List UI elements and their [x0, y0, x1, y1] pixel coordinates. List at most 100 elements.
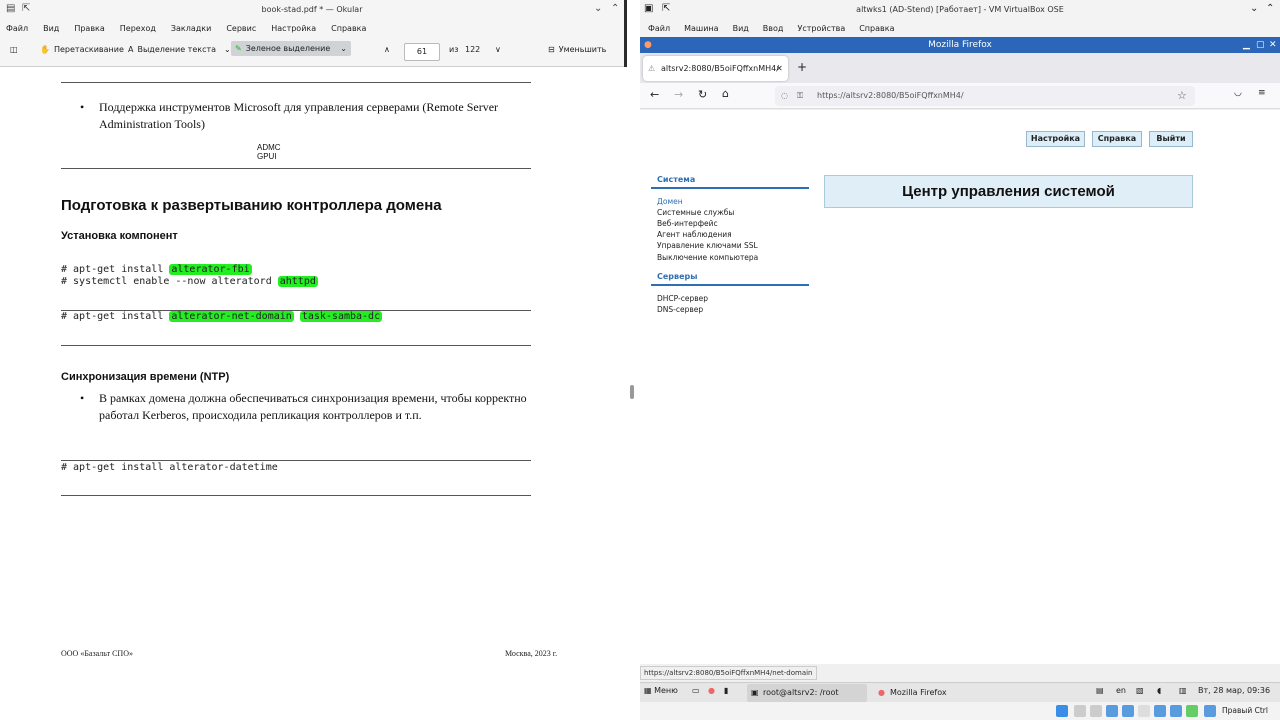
terminal-launcher-icon[interactable]: ▮	[724, 686, 728, 695]
hard-disk-icon[interactable]	[1056, 705, 1068, 717]
volume-icon[interactable]: ◖	[1157, 686, 1161, 695]
close-icon[interactable]: ✕	[1269, 37, 1277, 53]
sidebar-icon: ◫	[10, 45, 18, 54]
firefox-navbar: ← → ↻ ⌂ ◌ ⚿ https://altsrv2:8080/B5oiFQf…	[640, 83, 1280, 109]
menu-devices[interactable]: Устройства	[797, 24, 845, 33]
chevron-down-icon[interactable]: ⌄	[224, 45, 231, 54]
menu-machine[interactable]: Машина	[684, 24, 718, 33]
optical-drive-icon[interactable]	[1074, 705, 1086, 717]
green-highlight[interactable]: alterator-net-domain	[169, 311, 294, 322]
okular-titlebar: ▤ ⇱ book-stad.pdf * — Okular ⌄ ⌃	[0, 0, 624, 20]
menu-settings[interactable]: Настройка	[271, 24, 316, 33]
nav-link-ssl-keys[interactable]: Управление ключами SSL	[657, 241, 758, 250]
chevron-down-icon[interactable]: ⌄	[340, 44, 347, 53]
hamburger-menu-icon[interactable]: ≡	[1258, 88, 1266, 98]
nav-link-dns[interactable]: DNS-сервер	[657, 305, 703, 314]
taskbar-item-firefox[interactable]: ● Mozilla Firefox	[874, 684, 1002, 702]
maximize-icon[interactable]: ▢	[1256, 37, 1265, 53]
close-tab-icon[interactable]: ✕	[776, 56, 783, 81]
maximize-icon[interactable]: ⌃	[611, 3, 619, 14]
maximize-icon[interactable]: ⌃	[1266, 3, 1274, 14]
calendar-icon[interactable]: ▤	[1096, 686, 1104, 695]
nav-link-domain[interactable]: Домен	[657, 197, 683, 206]
exit-button[interactable]: Выйти	[1149, 131, 1193, 147]
keyboard-layout[interactable]: en	[1116, 686, 1126, 695]
new-tab-icon[interactable]: +	[797, 60, 807, 74]
minimize-icon[interactable]: ▁	[1243, 37, 1250, 53]
nav-link-services[interactable]: Системные службы	[657, 208, 734, 217]
menu-view[interactable]: Вид	[43, 24, 59, 33]
mouse-integration-icon[interactable]	[1204, 705, 1216, 717]
menu-view[interactable]: Вид	[733, 24, 749, 33]
minimize-icon[interactable]: ⌄	[594, 3, 602, 14]
taskbar-item-terminal[interactable]: ▣ root@altsrv2: /root	[747, 684, 867, 702]
minimize-icon[interactable]: ⌄	[1250, 3, 1258, 14]
bullet-line: Поддержка инструментов Microsoft для упр…	[99, 100, 499, 114]
page-total: 122	[465, 45, 481, 54]
nav-link-shutdown[interactable]: Выключение компьютера	[657, 253, 758, 262]
clipboard-icon[interactable]: ▥	[1179, 686, 1187, 695]
recording-icon[interactable]	[1170, 705, 1182, 717]
reload-icon[interactable]: ↻	[698, 88, 707, 101]
home-icon[interactable]: ⌂	[722, 87, 729, 100]
green-highlight-button[interactable]: ✎ Зеленое выделение ⌄	[231, 41, 351, 56]
next-page-button[interactable]: ∨	[495, 45, 501, 54]
back-icon[interactable]: ←	[650, 88, 659, 101]
menu-edit[interactable]: Правка	[74, 24, 104, 33]
network-icon[interactable]: ▧	[1136, 686, 1144, 695]
url-bar[interactable]: ◌ ⚿ https://altsrv2:8080/B5oiFQffxnMH4/ …	[775, 86, 1195, 106]
shield-icon[interactable]: ◌	[781, 86, 788, 106]
pdf-page-view[interactable]: • Поддержка инструментов Microsoft для у…	[0, 67, 627, 720]
chevron-up-icon: ∧	[384, 45, 390, 54]
menu-bookmarks[interactable]: Закладки	[171, 24, 211, 33]
green-highlight[interactable]: ahttpd	[277, 276, 318, 287]
display-icon[interactable]	[1154, 705, 1166, 717]
clock[interactable]: Вт, 28 мар, 09:36	[1198, 686, 1270, 695]
zoom-out-button[interactable]: ⊟ Уменьшить	[548, 45, 606, 54]
okular-menubar: Файл Вид Правка Переход Закладки Сервис …	[0, 20, 624, 37]
code-text: # apt-get install	[61, 264, 170, 275]
nav-link-dhcp[interactable]: DHCP-сервер	[657, 294, 708, 303]
green-highlight[interactable]: task-samba-dc	[299, 311, 383, 322]
menu-help[interactable]: Справка	[859, 24, 894, 33]
shared-folders-icon[interactable]	[1138, 705, 1150, 717]
web-page: Настройка Справка Выйти Система Домен Си…	[640, 110, 1280, 664]
nav-link-monitoring-agent[interactable]: Агент наблюдения	[657, 230, 732, 239]
forward-icon[interactable]: →	[674, 88, 683, 101]
admc-label: ADMC	[257, 143, 281, 152]
code-line: # systemctl enable --now alteratord ahtt…	[61, 276, 318, 287]
splitter-handle[interactable]	[630, 385, 634, 399]
page-title: Центр управления системой	[824, 175, 1193, 208]
menu-help[interactable]: Справка	[331, 24, 366, 33]
browser-tab[interactable]: ⚠ altsrv2:8080/B5oiFQffxnMH4/ ✕	[643, 56, 788, 81]
page-number-input[interactable]: 61	[404, 43, 440, 61]
lock-warning-icon[interactable]: ⚿	[797, 86, 803, 106]
menu-go[interactable]: Переход	[120, 24, 156, 33]
nav-link-web-interface[interactable]: Веб-интерфейс	[657, 219, 718, 228]
host-key-label: Правый Ctrl	[1222, 706, 1268, 715]
menu-file[interactable]: Файл	[6, 24, 28, 33]
start-menu-button[interactable]: ▦ Меню	[644, 686, 678, 695]
settings-button[interactable]: Настройка	[1026, 131, 1085, 147]
firefox-launcher-icon[interactable]: ●	[708, 686, 715, 695]
usb-icon[interactable]	[1122, 705, 1134, 717]
show-desktop-icon[interactable]: ▭	[692, 686, 700, 695]
bookmark-star-icon[interactable]: ☆	[1177, 86, 1187, 106]
green-highlight[interactable]: alterator-fbi	[169, 264, 252, 275]
sidebar-toggle-button[interactable]: ◫	[10, 45, 18, 54]
page-of-label: из	[449, 45, 459, 54]
menu-input[interactable]: Ввод	[763, 24, 784, 33]
cpu-activity-icon[interactable]	[1186, 705, 1198, 717]
pocket-icon[interactable]: ◡	[1234, 88, 1242, 98]
prev-page-button[interactable]: ∧	[384, 45, 390, 54]
section-heading: Подготовка к развертыванию контроллера д…	[61, 197, 442, 214]
menu-tools[interactable]: Сервис	[226, 24, 256, 33]
text-select-button[interactable]: A Выделение текста ⌄	[128, 45, 231, 54]
zoom-out-label: Уменьшить	[558, 45, 607, 54]
audio-icon[interactable]	[1090, 705, 1102, 717]
drag-tool-button[interactable]: ✋ Перетаскивание	[40, 45, 124, 54]
code-text: # systemctl enable --now alteratord	[61, 276, 278, 287]
help-button[interactable]: Справка	[1092, 131, 1142, 147]
network-adapter-icon[interactable]	[1106, 705, 1118, 717]
menu-file[interactable]: Файл	[648, 24, 670, 33]
